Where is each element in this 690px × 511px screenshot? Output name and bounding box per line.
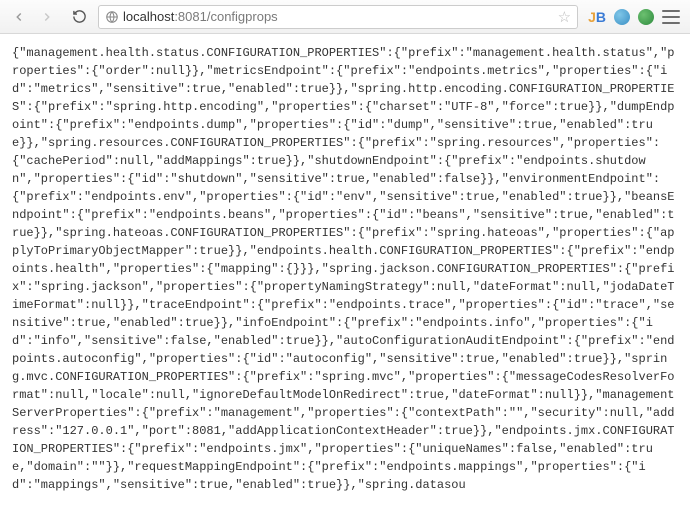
page-body: {"management.health.status.CONFIGURATION… xyxy=(0,34,690,506)
jb-extension-icon[interactable]: JB xyxy=(588,9,606,25)
browser-toolbar: localhost:8081/configprops ☆ JB xyxy=(0,0,690,34)
hamburger-line-icon xyxy=(662,10,680,12)
bookmark-star-icon[interactable]: ☆ xyxy=(558,8,571,26)
reload-button[interactable] xyxy=(66,5,92,29)
extension-green-icon[interactable] xyxy=(638,9,654,25)
extensions: JB xyxy=(584,9,684,25)
nav-buttons xyxy=(6,5,60,29)
globe-icon xyxy=(105,10,119,24)
back-button[interactable] xyxy=(6,5,32,29)
url-port: :8081 xyxy=(174,9,207,24)
reload-icon xyxy=(72,9,87,24)
address-bar[interactable]: localhost:8081/configprops ☆ xyxy=(98,5,578,29)
hamburger-menu-button[interactable] xyxy=(662,10,680,24)
hamburger-line-icon xyxy=(662,22,680,24)
url-text: localhost:8081/configprops xyxy=(123,9,278,24)
forward-button[interactable] xyxy=(34,5,60,29)
hamburger-line-icon xyxy=(662,16,680,18)
url-path: /configprops xyxy=(207,9,278,24)
url-host: localhost xyxy=(123,9,174,24)
arrow-right-icon xyxy=(40,10,54,24)
extension-blue-icon[interactable] xyxy=(614,9,630,25)
arrow-left-icon xyxy=(12,10,26,24)
